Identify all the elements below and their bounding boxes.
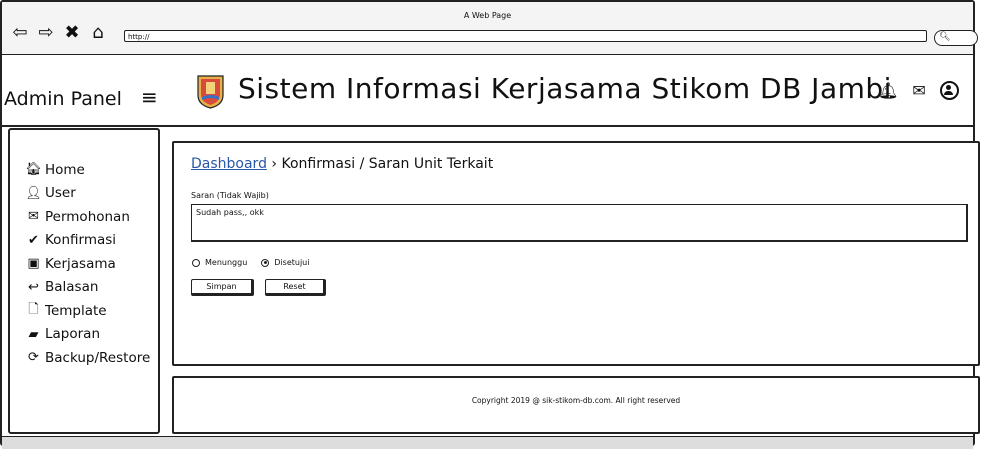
search-icon: 🔍︎ [939, 32, 951, 42]
sidebar-item-kerjasama[interactable]: ▣ Kerjasama [25, 252, 150, 276]
sidebar-item-backup-restore[interactable]: ⟳ Backup/Restore [25, 346, 150, 370]
hamburger-icon[interactable]: ≡ [141, 85, 158, 109]
envelope-icon[interactable]: ✉ [912, 81, 925, 100]
sidebar-item-label: Kerjasama [45, 255, 116, 272]
breadcrumb: Dashboard › Konfirmasi / Saran Unit Terk… [191, 156, 493, 172]
bell-icon[interactable]: 🔔︎ [878, 81, 898, 100]
reply-icon: ↩ [28, 279, 39, 295]
app-header: Admin Panel ≡ Sistem Informasi Kerjasama… [2, 55, 973, 127]
nav-buttons: ⇦ ⇨ ✖ ⌂ [10, 24, 108, 42]
user-circle-icon[interactable] [939, 81, 959, 100]
sidebar: 🏠︎ Home 👤︎ User ✉ Permohonan ✔ Konfirmas… [8, 128, 160, 434]
search-field[interactable]: 🔍︎ [934, 30, 978, 46]
envelope-icon: ✉ [28, 209, 39, 225]
sidebar-item-label: User [45, 185, 76, 202]
footer: Copyright 2019 @ sik-stikom-db.com. All … [172, 376, 980, 434]
sidebar-item-home[interactable]: 🏠︎ Home [25, 158, 150, 182]
radio-label: Menunggu [205, 258, 248, 267]
saran-label: Saran (Tidak Wajib) [191, 191, 269, 200]
breadcrumb-separator: › [271, 156, 278, 172]
logo-icon [197, 75, 224, 109]
reset-button[interactable]: Reset [265, 279, 326, 296]
main-panel: Dashboard › Konfirmasi / Saran Unit Terk… [172, 141, 980, 366]
sidebar-item-balasan[interactable]: ↩ Balasan [25, 276, 150, 300]
forward-icon[interactable]: ⇨ [36, 24, 56, 42]
home-icon[interactable]: ⌂ [88, 24, 108, 42]
sidebar-menu: 🏠︎ Home 👤︎ User ✉ Permohonan ✔ Konfirmas… [25, 158, 150, 370]
sidebar-item-label: Konfirmasi [45, 232, 117, 249]
address-bar[interactable]: http:// [124, 30, 927, 42]
radio-button[interactable] [261, 258, 270, 267]
breadcrumb-current: Konfirmasi / Saran Unit Terkait [281, 156, 494, 172]
check-icon: ✔ [28, 232, 39, 248]
handshake-icon: ▣ [27, 256, 40, 272]
sidebar-item-label: Balasan [45, 279, 99, 296]
back-icon[interactable]: ⇦ [10, 24, 30, 42]
site-title: Sistem Informasi Kerjasama Stikom DB Jam… [238, 72, 892, 105]
radio-menunggu[interactable]: Menunggu [192, 258, 247, 267]
sidebar-item-template[interactable]: 🗋︎ Template [25, 299, 150, 323]
status-radio-group: Menunggu Disetujui [192, 258, 309, 267]
sidebar-item-label: Template [45, 302, 107, 319]
home-icon: 🏠︎ [25, 162, 42, 178]
breadcrumb-dashboard-link[interactable]: Dashboard [191, 156, 267, 172]
browser-toolbar: A Web Page ⇦ ⇨ ✖ ⌂ http:// 🔍︎ [2, 2, 978, 56]
sidebar-item-label: Permohonan [45, 208, 130, 225]
form-buttons: Simpan Reset [191, 279, 326, 296]
radio-disetujui[interactable]: Disetujui [261, 258, 309, 267]
radio-button[interactable] [192, 258, 200, 267]
sidebar-item-label: Laporan [45, 326, 101, 343]
save-button[interactable]: Simpan [191, 279, 254, 296]
copyright-text: Copyright 2019 @ sik-stikom-db.com. All … [471, 396, 681, 405]
close-icon[interactable]: ✖ [62, 24, 82, 42]
header-icons: 🔔︎ ✉ [878, 81, 959, 100]
saran-textarea[interactable]: Sudah pass,, okk [191, 204, 968, 242]
sidebar-item-konfirmasi[interactable]: ✔ Konfirmasi [25, 229, 150, 253]
user-icon: 👤︎ [25, 185, 42, 201]
sidebar-item-label: Home [45, 161, 85, 178]
book-icon: ▰ [28, 326, 39, 342]
refresh-icon: ⟳ [28, 350, 39, 366]
radio-label: Disetujui [274, 258, 310, 267]
sidebar-item-laporan[interactable]: ▰ Laporan [25, 323, 150, 347]
sidebar-item-permohonan[interactable]: ✉ Permohonan [25, 205, 150, 229]
word-file-icon: 🗋︎ [28, 301, 39, 317]
status-bar [2, 436, 973, 449]
sidebar-item-user[interactable]: 👤︎ User [25, 182, 150, 206]
window-title: A Web Page [463, 11, 512, 20]
admin-panel-label: Admin Panel [4, 88, 122, 110]
sidebar-item-label: Backup/Restore [45, 349, 151, 366]
